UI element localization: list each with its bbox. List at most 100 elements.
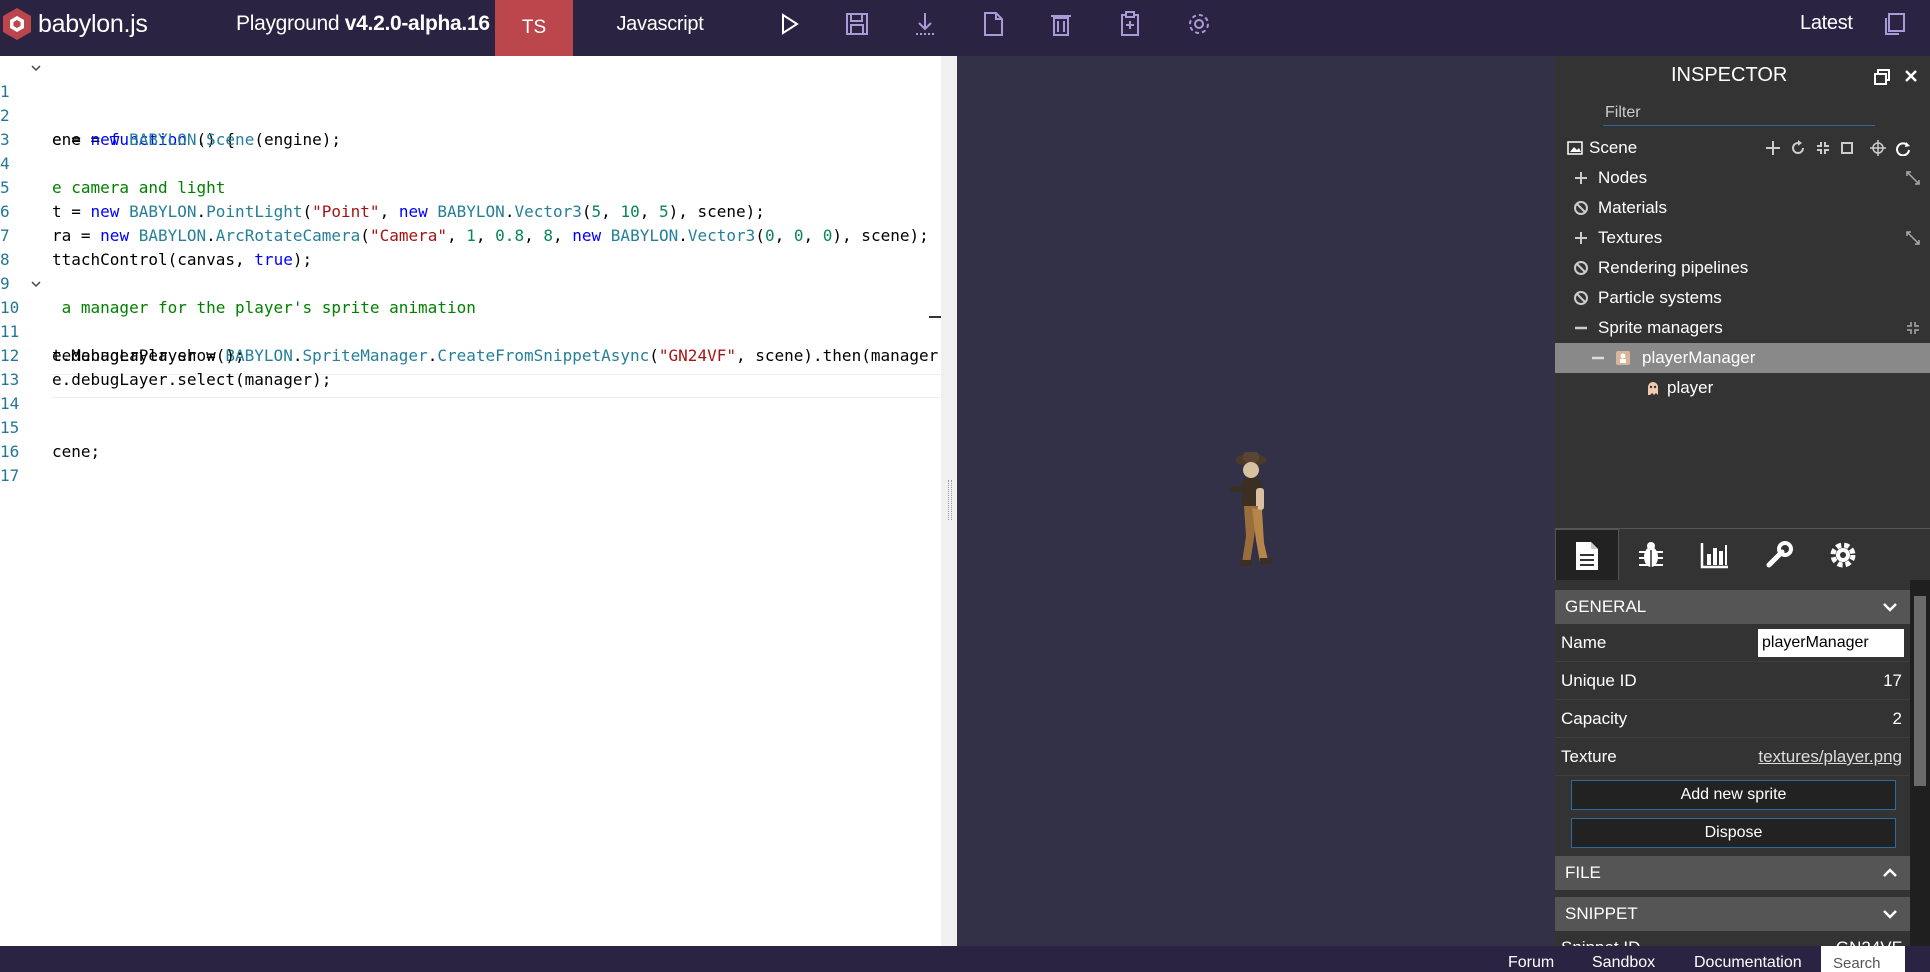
version-selector[interactable]: Latest xyxy=(1800,12,1853,35)
code-line[interactable]: 6 ra = new BABYLON.ArcRotateCamera("Came… xyxy=(0,176,940,245)
rotate-gizmo-icon[interactable] xyxy=(1790,140,1806,156)
tree-item-sprite-managers[interactable]: Sprite managers xyxy=(1555,313,1930,343)
chevron-down-icon xyxy=(1883,910,1897,919)
fold-chevron-icon[interactable] xyxy=(30,63,42,73)
prop-label: Snippet ID xyxy=(1561,938,1640,946)
chevron-down-icon xyxy=(1883,603,1897,612)
filter-input[interactable]: Filter xyxy=(1603,104,1875,126)
search-input[interactable]: Search xyxy=(1821,946,1905,972)
documentation-link[interactable]: Documentation xyxy=(1694,954,1802,972)
tree-item-rendering-pipelines[interactable]: Rendering pipelines xyxy=(1555,253,1930,283)
snippet-section-header[interactable]: SNIPPET xyxy=(1555,897,1910,931)
tree-label: Particle systems xyxy=(1598,288,1722,307)
sprite-icon xyxy=(1648,382,1658,395)
close-icon[interactable] xyxy=(1903,68,1919,84)
prop-value: 17 xyxy=(1883,671,1902,690)
code-line[interactable]: 14 xyxy=(0,368,940,413)
tree-item-player-manager[interactable]: playerManager xyxy=(1555,343,1930,373)
playground-label: Playground xyxy=(236,12,345,35)
disabled-icon xyxy=(1574,261,1588,275)
tree-item-player[interactable]: player xyxy=(1555,373,1930,403)
texture-link[interactable]: textures/player.png xyxy=(1758,747,1902,767)
tree-item-materials[interactable]: Materials xyxy=(1555,193,1930,223)
code-line[interactable]: 11 e.debugLayer.show(); xyxy=(0,296,940,365)
examples-icon[interactable] xyxy=(1116,10,1144,38)
debug-tab[interactable] xyxy=(1619,529,1683,581)
tree-item-scene[interactable]: Scene xyxy=(1555,133,1930,163)
collapse-all-icon[interactable] xyxy=(1905,320,1921,336)
splitter-grip[interactable] xyxy=(948,480,952,520)
new-file-icon[interactable] xyxy=(979,10,1007,38)
code-line[interactable]: 4 e camera and light xyxy=(0,128,940,197)
move-gizmo-icon[interactable] xyxy=(1765,140,1781,156)
texture-row: Texture textures/player.png xyxy=(1555,738,1910,776)
code-line[interactable]: 16 xyxy=(0,416,940,461)
add-new-sprite-button[interactable]: Add new sprite xyxy=(1571,780,1896,810)
typescript-tab[interactable]: TS xyxy=(495,0,573,56)
section-title: GENERAL xyxy=(1565,597,1647,616)
tree-item-particle-systems[interactable]: Particle systems xyxy=(1555,283,1930,313)
inspector-header: INSPECTOR xyxy=(1555,56,1930,94)
save-icon[interactable] xyxy=(843,10,871,38)
collapse-minus-icon[interactable] xyxy=(1590,350,1606,366)
tree-label: player xyxy=(1667,378,1714,397)
play-icon[interactable] xyxy=(775,10,803,38)
download-icon[interactable] xyxy=(911,10,939,38)
refresh-icon[interactable] xyxy=(1895,140,1911,156)
properties-tab[interactable] xyxy=(1555,529,1619,581)
settings-icon[interactable] xyxy=(1185,10,1213,38)
sandbox-link[interactable]: Sandbox xyxy=(1592,954,1655,972)
debug-tab-icon xyxy=(1639,542,1663,567)
snippet-id-row: Snippet ID GN24VF xyxy=(1555,936,1910,946)
code-line[interactable]: 1 ene = function () { xyxy=(0,56,940,149)
prop-value: GN24VF xyxy=(1836,938,1902,946)
expand-all-icon[interactable] xyxy=(1905,170,1921,186)
line-number: 17 xyxy=(0,466,20,485)
expand-plus-icon[interactable] xyxy=(1573,230,1589,246)
code-line[interactable]: 5 t = new BABYLON.PointLight("Point", ne… xyxy=(0,152,940,221)
code-editor[interactable]: 1 ene = function () { 2 e = new BABYLON.… xyxy=(0,56,957,946)
tree-label: playerManager xyxy=(1642,348,1756,367)
general-section-header[interactable]: GENERAL xyxy=(1555,590,1910,624)
tree-item-textures[interactable]: Textures xyxy=(1555,223,1930,253)
sprite-manager-icon xyxy=(1616,351,1630,365)
dispose-button[interactable]: Dispose xyxy=(1571,818,1896,848)
code-line[interactable]: 9 a manager for the player's sprite anim… xyxy=(0,248,940,317)
fold-chevron-icon[interactable] xyxy=(30,279,42,289)
inspector-tabs xyxy=(1555,528,1930,581)
tree-label: Sprite managers xyxy=(1598,318,1723,337)
code-line[interactable]: 12 e.debugLayer.select(manager); xyxy=(0,320,940,389)
settings-tab[interactable] xyxy=(1811,529,1875,581)
code-line[interactable]: 17 xyxy=(0,440,940,485)
code-line[interactable]: 2 e = new BABYLON.Scene(engine); xyxy=(0,80,940,149)
name-input[interactable] xyxy=(1758,629,1904,657)
scale-gizmo-icon[interactable] xyxy=(1815,140,1831,156)
clear-icon[interactable] xyxy=(1047,10,1075,38)
tools-tab[interactable] xyxy=(1747,529,1811,581)
code-line[interactable]: 3 xyxy=(0,104,940,149)
babylon-logo[interactable]: babylon.js xyxy=(0,0,148,48)
code-line[interactable]: 15 cene; xyxy=(0,392,940,461)
prop-label: Texture xyxy=(1561,747,1617,766)
tree-label: Materials xyxy=(1598,198,1667,217)
forum-link[interactable]: Forum xyxy=(1508,954,1554,972)
code-line[interactable]: 13 xyxy=(0,344,940,389)
javascript-tab[interactable]: Javascript xyxy=(600,0,720,48)
popout-icon[interactable] xyxy=(1873,68,1891,86)
code-line[interactable]: 8 xyxy=(0,224,940,269)
section-title: SNIPPET xyxy=(1565,904,1638,923)
tree-item-nodes[interactable]: Nodes xyxy=(1555,163,1930,193)
copy-icon[interactable] xyxy=(1880,10,1908,38)
code-line[interactable]: 7 ttachControl(canvas, true); xyxy=(0,200,940,269)
scrollbar-thumb[interactable] xyxy=(1914,596,1926,786)
code-line[interactable]: 10 teManagerPlayer = BABYLON.SpriteManag… xyxy=(0,272,940,365)
collapse-minus-icon[interactable] xyxy=(1573,320,1589,336)
expand-plus-icon[interactable] xyxy=(1573,170,1589,186)
file-section-header[interactable]: FILE xyxy=(1555,856,1910,890)
top-toolbar: babylon.js Playground v4.2.0-alpha.16 TS… xyxy=(0,0,1930,56)
statistics-tab[interactable] xyxy=(1683,529,1747,581)
expand-all-icon[interactable] xyxy=(1905,230,1921,246)
bounding-box-icon[interactable] xyxy=(1839,140,1855,156)
tree-label: Rendering pipelines xyxy=(1598,258,1749,277)
crosshair-icon[interactable] xyxy=(1870,140,1886,156)
